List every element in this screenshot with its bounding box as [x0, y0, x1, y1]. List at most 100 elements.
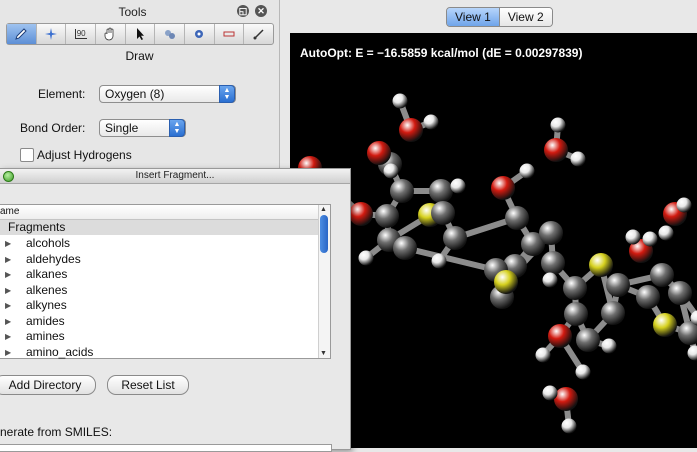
- carbon-atom[interactable]: [606, 273, 630, 297]
- auto-optimize-tool-icon[interactable]: [185, 24, 215, 44]
- element-combo[interactable]: Oxygen (8) ▲▼: [99, 85, 236, 103]
- auto-rotate-tool-icon[interactable]: [155, 24, 185, 44]
- sulfur-atom[interactable]: [494, 270, 518, 294]
- carbon-atom[interactable]: [601, 301, 625, 325]
- smiles-input[interactable]: [0, 444, 332, 452]
- carbon-atom[interactable]: [429, 179, 453, 203]
- disclosure-triangle-icon[interactable]: ▶: [5, 345, 11, 360]
- carbon-atom[interactable]: [668, 281, 692, 305]
- select-tool-icon[interactable]: [126, 24, 156, 44]
- hydrogen-atom[interactable]: [576, 365, 591, 380]
- oxygen-atom[interactable]: [554, 387, 578, 411]
- bond-order-combo[interactable]: Single ▲▼: [99, 119, 186, 137]
- molecule-atoms: [298, 94, 697, 434]
- hydrogen-atom[interactable]: [626, 230, 641, 245]
- hydrogen-atom[interactable]: [543, 273, 558, 288]
- tree-column-header[interactable]: ame: [0, 205, 320, 220]
- fragment-item-label: amines: [26, 329, 65, 344]
- carbon-atom[interactable]: [505, 206, 529, 230]
- carbon-atom[interactable]: [564, 302, 588, 326]
- hydrogen-atom[interactable]: [451, 179, 466, 194]
- manipulate-tool-icon[interactable]: [96, 24, 126, 44]
- hydrogen-atom[interactable]: [359, 251, 374, 266]
- hydrogen-atom[interactable]: [432, 254, 447, 269]
- hydrogen-atom[interactable]: [677, 198, 692, 213]
- tab-view-1[interactable]: View 1: [447, 8, 499, 26]
- hydrogen-atom[interactable]: [543, 386, 558, 401]
- carbon-atom[interactable]: [375, 204, 399, 228]
- hydrogen-atom[interactable]: [384, 164, 399, 179]
- disclosure-triangle-icon[interactable]: ▶: [5, 236, 11, 251]
- fragment-item[interactable]: ▶ amines: [0, 329, 320, 344]
- measure-tool-icon[interactable]: 90: [66, 24, 96, 44]
- hydrogen-atom[interactable]: [551, 118, 566, 133]
- tree-scrollbar[interactable]: ▲ ▼: [318, 205, 330, 358]
- carbon-atom[interactable]: [541, 251, 565, 275]
- carbon-atom[interactable]: [539, 221, 563, 245]
- hydrogen-atom[interactable]: [643, 232, 658, 247]
- carbon-atom[interactable]: [431, 201, 455, 225]
- fragment-item[interactable]: ▶amides: [0, 314, 320, 329]
- close-icon[interactable]: ✕: [255, 5, 267, 17]
- tools-title: Tools: [0, 5, 265, 19]
- carbon-atom[interactable]: [678, 321, 697, 345]
- hydrogen-atom[interactable]: [520, 164, 535, 179]
- fragment-item[interactable]: ▶alkenes: [0, 283, 320, 298]
- disclosure-triangle-icon[interactable]: ▶: [5, 298, 11, 313]
- oxygen-atom[interactable]: [349, 202, 373, 226]
- hydrogen-atom[interactable]: [424, 115, 439, 130]
- draw-tool-icon[interactable]: [7, 24, 37, 44]
- fragment-item[interactable]: ▶ alkynes: [0, 298, 320, 313]
- scroll-thumb[interactable]: [320, 215, 328, 253]
- carbon-atom[interactable]: [563, 276, 587, 300]
- tree-root-row[interactable]: Fragments: [0, 220, 320, 235]
- fragment-item[interactable]: ▶alcohols: [0, 236, 320, 251]
- carbon-atom[interactable]: [576, 328, 600, 352]
- fragment-item-label: aldehydes: [26, 252, 81, 267]
- fragment-item-label: alkynes: [26, 298, 67, 313]
- sulfur-atom[interactable]: [653, 313, 677, 337]
- element-label: Element:: [38, 87, 85, 101]
- scroll-down-icon[interactable]: ▼: [320, 350, 327, 357]
- hydrogen-atom[interactable]: [688, 346, 697, 361]
- disclosure-triangle-icon[interactable]: ▶: [5, 314, 11, 329]
- carbon-atom[interactable]: [393, 236, 417, 260]
- carbon-atom[interactable]: [636, 285, 660, 309]
- disclosure-triangle-icon[interactable]: ▶: [5, 252, 11, 267]
- disclosure-triangle-icon[interactable]: ▶: [5, 283, 11, 298]
- fragment-item[interactable]: ▶ aldehydes: [0, 252, 320, 267]
- carbon-atom[interactable]: [443, 226, 467, 250]
- draw-mode-title: Draw: [0, 49, 279, 63]
- align-tool-icon[interactable]: [215, 24, 245, 44]
- tools-titlebar: Tools ◱ ✕: [0, 0, 279, 22]
- oxygen-atom[interactable]: [491, 176, 515, 200]
- sulfur-atom[interactable]: [589, 253, 613, 277]
- hydrogen-atom[interactable]: [571, 152, 586, 167]
- reset-list-button[interactable]: Reset List: [107, 375, 189, 395]
- molecule-viewport[interactable]: AutoOpt: E = −16.5859 kcal/mol (dE = 0.0…: [290, 33, 697, 448]
- disclosure-triangle-icon[interactable]: ▶: [5, 267, 11, 282]
- adjust-hydrogens-checkbox[interactable]: [20, 148, 34, 162]
- carbon-atom[interactable]: [650, 263, 674, 287]
- hydrogen-atom[interactable]: [562, 419, 577, 434]
- bond-centric-tool-icon[interactable]: [244, 24, 273, 44]
- hydrogen-atom[interactable]: [393, 94, 408, 109]
- tab-view-2[interactable]: View 2: [499, 8, 552, 26]
- smiles-label: nerate from SMILES:: [0, 425, 112, 439]
- fragment-tree[interactable]: ame Fragments ▶alcohols▶aldehydes▶alkane…: [0, 204, 331, 359]
- disclosure-triangle-icon[interactable]: ▶: [5, 329, 11, 344]
- hydrogen-atom[interactable]: [659, 226, 674, 241]
- dock-icon[interactable]: ◱: [237, 5, 249, 17]
- carbon-atom[interactable]: [390, 179, 414, 203]
- oxygen-atom[interactable]: [544, 138, 568, 162]
- oxygen-atom[interactable]: [399, 118, 423, 142]
- fragment-item[interactable]: ▶amino_acids: [0, 345, 320, 360]
- hydrogen-atom[interactable]: [602, 339, 617, 354]
- add-directory-button[interactable]: Add Directory: [0, 375, 96, 395]
- navigate-tool-icon[interactable]: [37, 24, 67, 44]
- hydrogen-atom[interactable]: [536, 348, 551, 363]
- scroll-up-icon[interactable]: ▲: [320, 206, 327, 213]
- fragment-item[interactable]: ▶alkanes: [0, 267, 320, 282]
- oxygen-atom[interactable]: [367, 141, 391, 165]
- oxygen-atom[interactable]: [548, 324, 572, 348]
